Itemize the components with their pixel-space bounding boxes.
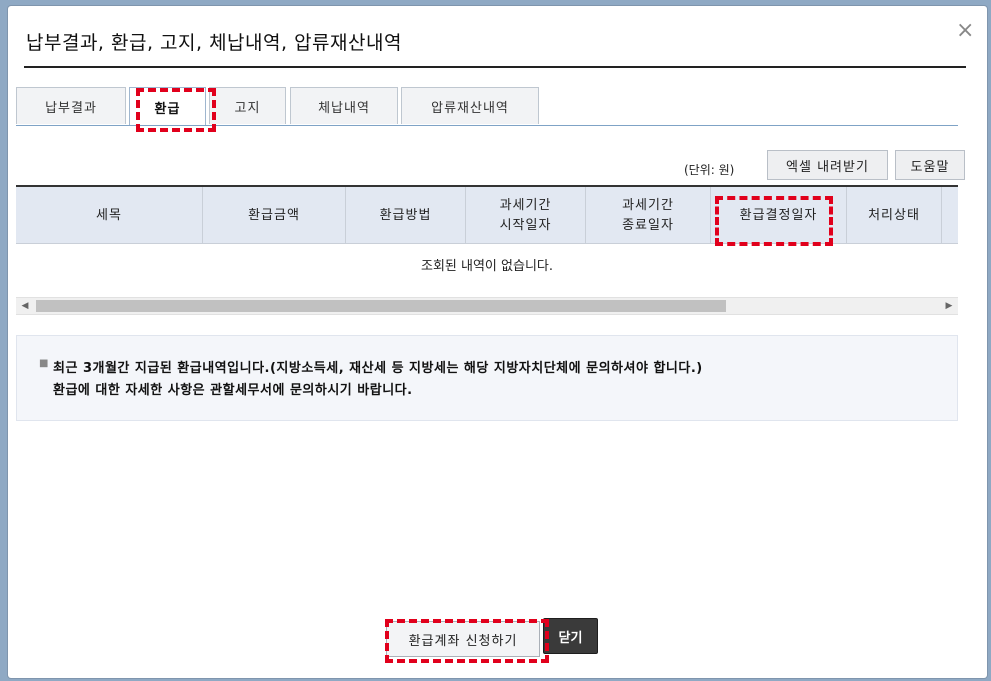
close-button[interactable]: 닫기	[543, 618, 598, 654]
horizontal-scrollbar[interactable]: ◀ ▶	[16, 297, 958, 315]
dialog-title: 납부결과, 환급, 고지, 체납내역, 압류재산내역	[26, 32, 402, 54]
tab-arrears[interactable]: 체납내역	[290, 87, 398, 124]
help-button[interactable]: 도움말	[895, 150, 965, 180]
close-icon[interactable]: ×	[956, 20, 974, 42]
col-refund-decision-date: 환급결정일자	[711, 187, 847, 244]
col-tax-item: 세목	[16, 187, 203, 244]
tab-bar: 납부결과 환급 고지 체납내역 압류재산내역	[16, 87, 958, 127]
scroll-right-icon[interactable]: ▶	[940, 298, 958, 314]
tab-refund[interactable]: 환급	[129, 87, 206, 126]
scroll-left-icon[interactable]: ◀	[16, 298, 34, 314]
col-period-end: 과세기간 종료일자	[586, 187, 711, 244]
refund-account-apply-button[interactable]: 환급계좌 신청하기	[386, 621, 540, 657]
tab-notice[interactable]: 고지	[209, 87, 286, 124]
empty-message: 조회된 내역이 없습니다.	[421, 258, 553, 274]
unit-label: (단위: 원)	[684, 163, 735, 177]
col-refund-method: 환급방법	[346, 187, 466, 244]
tab-payment-result[interactable]: 납부결과	[16, 87, 126, 124]
title-divider	[24, 66, 966, 68]
col-refund-amount: 환급금액	[203, 187, 346, 244]
notice-line-2: 환급에 대한 자세한 사항은 관할세무서에 문의하시기 바랍니다.	[53, 383, 413, 398]
bullet-icon: ■	[39, 358, 49, 369]
notice-line-1: 최근 3개월간 지급된 환급내역입니다.(지방소득세, 재산세 등 지방세는 해…	[53, 361, 703, 376]
tab-underline	[16, 125, 958, 126]
col-status: 처리상태	[847, 187, 942, 244]
col-period-start: 과세기간 시작일자	[466, 187, 586, 244]
table-header: 세목 환급금액 환급방법 과세기간 시작일자 과세기간 종료일자 환급결정일자 …	[16, 185, 958, 244]
tab-seized-property[interactable]: 압류재산내역	[401, 87, 539, 124]
notice-box: ■ 최근 3개월간 지급된 환급내역입니다.(지방소득세, 재산세 등 지방세는…	[16, 335, 958, 421]
scrollbar-thumb[interactable]	[36, 300, 726, 312]
excel-download-button[interactable]: 엑셀 내려받기	[767, 150, 888, 180]
